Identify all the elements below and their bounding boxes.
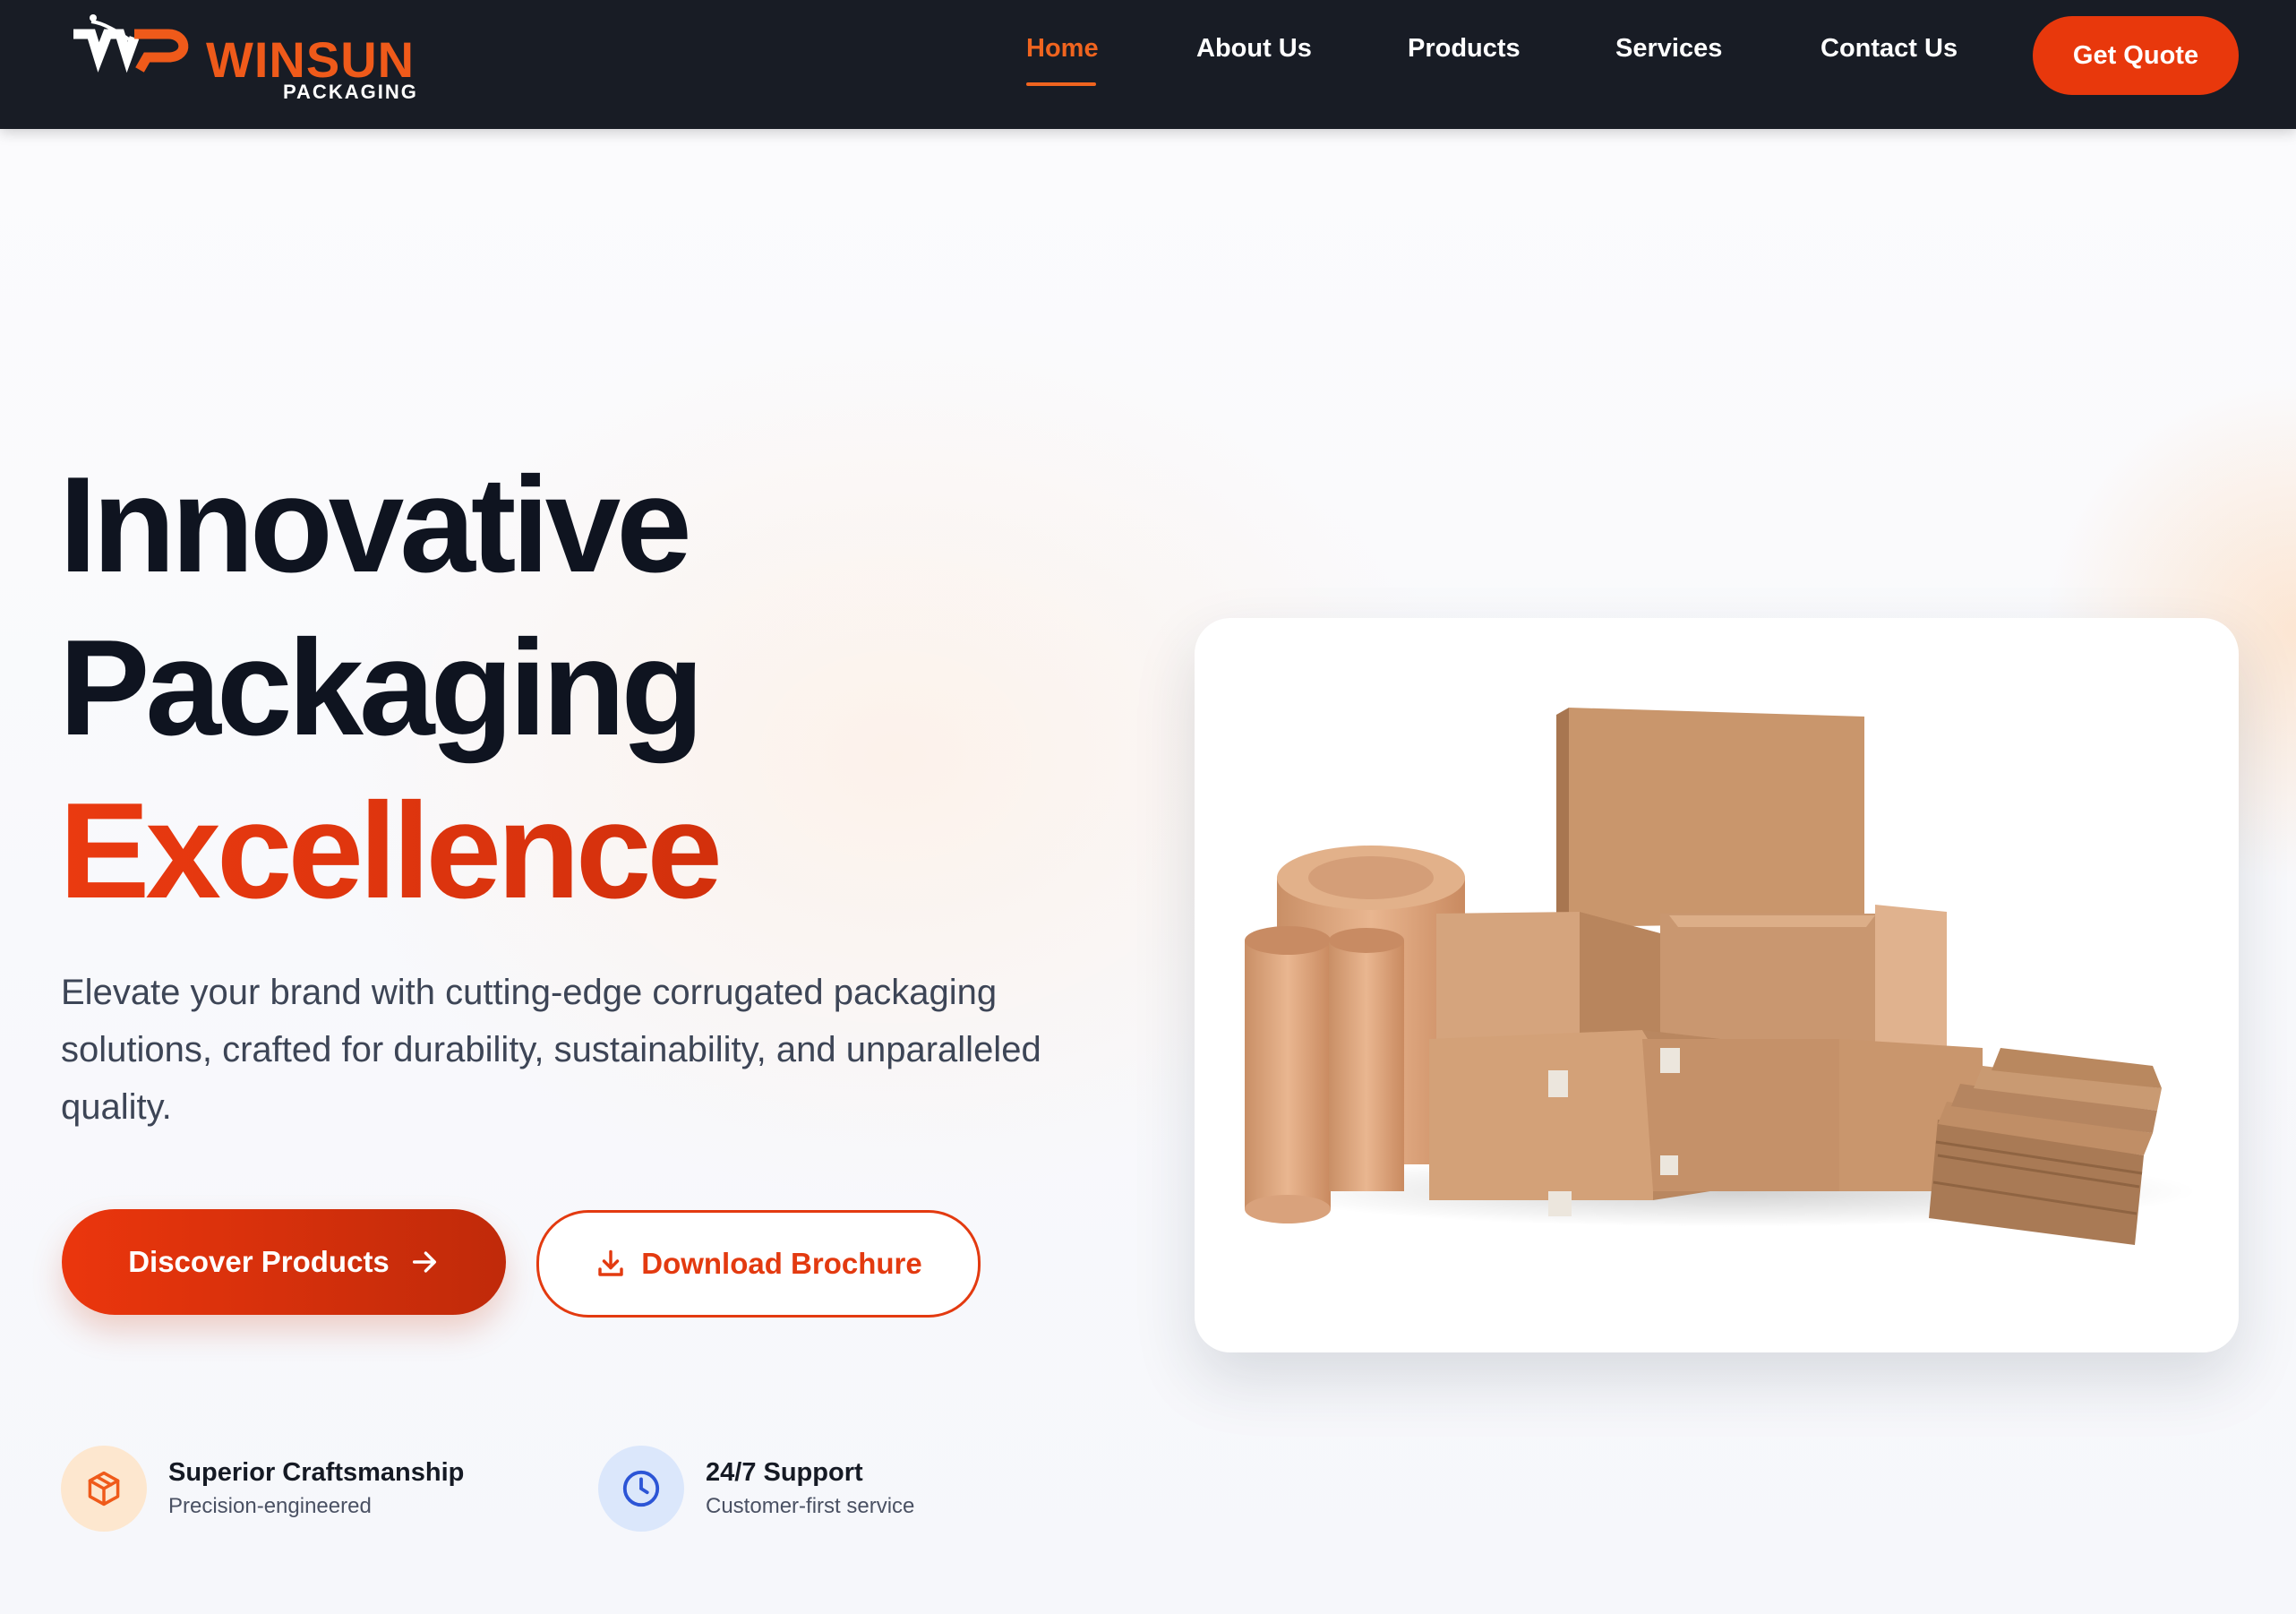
discover-products-label: Discover Products bbox=[128, 1245, 390, 1278]
brand-logo[interactable]: WINSUN PACKAGING bbox=[72, 11, 416, 109]
top-navbar: WINSUN PACKAGING Home About Us Products … bbox=[0, 0, 2296, 129]
download-brochure-label: Download Brochure bbox=[641, 1247, 922, 1280]
clock-icon bbox=[622, 1470, 660, 1507]
hero-image-card bbox=[1195, 618, 2239, 1352]
feature-craftsmanship: Superior Craftsmanship Precision-enginee… bbox=[61, 1446, 527, 1532]
hero-headline: Innovative Packaging Excellence bbox=[59, 443, 1134, 932]
hero-description: Elevate your brand with cutting-edge cor… bbox=[61, 973, 1041, 1127]
discover-products-button[interactable]: Discover Products bbox=[62, 1209, 506, 1315]
box-icon bbox=[88, 1471, 120, 1507]
nav-services[interactable]: Services bbox=[1615, 34, 1722, 64]
download-icon bbox=[598, 1249, 623, 1276]
get-quote-button[interactable]: Get Quote bbox=[2033, 16, 2239, 95]
feature-title: 24/7 Support bbox=[706, 1458, 863, 1487]
headline-line-1: Innovative bbox=[59, 449, 692, 601]
nav-home[interactable]: Home bbox=[1026, 34, 1099, 64]
corrugated-boxes-image bbox=[1245, 708, 2197, 1245]
feature-title: Superior Craftsmanship bbox=[168, 1458, 465, 1487]
wp-logo-icon bbox=[73, 14, 189, 73]
feature-desc: Customer-first service bbox=[706, 1494, 915, 1518]
active-nav-indicator bbox=[1026, 82, 1096, 86]
headline-line-3: Excellence bbox=[59, 769, 1134, 932]
feature-support: 24/7 Support Customer-first service bbox=[598, 1446, 1064, 1532]
feature-icon-badge bbox=[598, 1446, 684, 1532]
brand-subtitle: PACKAGING bbox=[283, 81, 418, 103]
feature-desc: Precision-engineered bbox=[168, 1494, 372, 1518]
download-brochure-button[interactable]: Download Brochure bbox=[536, 1210, 981, 1318]
headline-line-2: Packaging bbox=[59, 612, 704, 764]
nav-about[interactable]: About Us bbox=[1196, 34, 1312, 64]
nav-products[interactable]: Products bbox=[1408, 34, 1521, 64]
feature-icon-badge bbox=[61, 1446, 147, 1532]
nav-contact[interactable]: Contact Us bbox=[1821, 34, 1958, 64]
arrow-right-icon bbox=[412, 1251, 436, 1273]
